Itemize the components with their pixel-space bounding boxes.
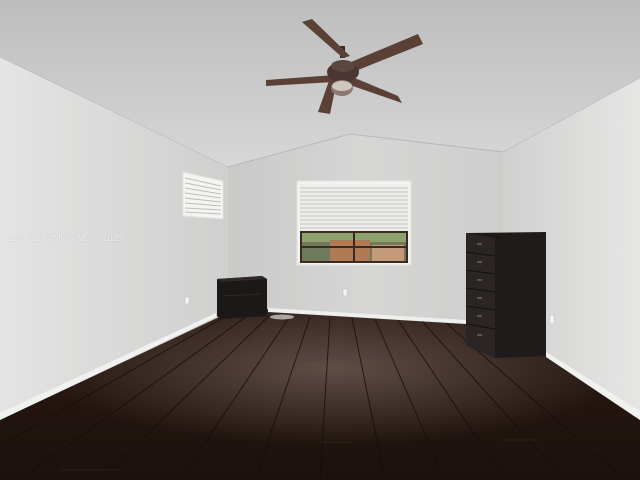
wall-outlet xyxy=(549,314,555,325)
room-photo: A11806325 © Miami MLS® 2025 xyxy=(0,0,640,480)
wall-outlet xyxy=(184,296,190,305)
watermark: A11806325 © Miami MLS® 2025 xyxy=(2,234,122,243)
wall-outlet xyxy=(342,288,348,297)
blinds-window xyxy=(296,180,412,266)
dark-dresser xyxy=(465,232,546,358)
